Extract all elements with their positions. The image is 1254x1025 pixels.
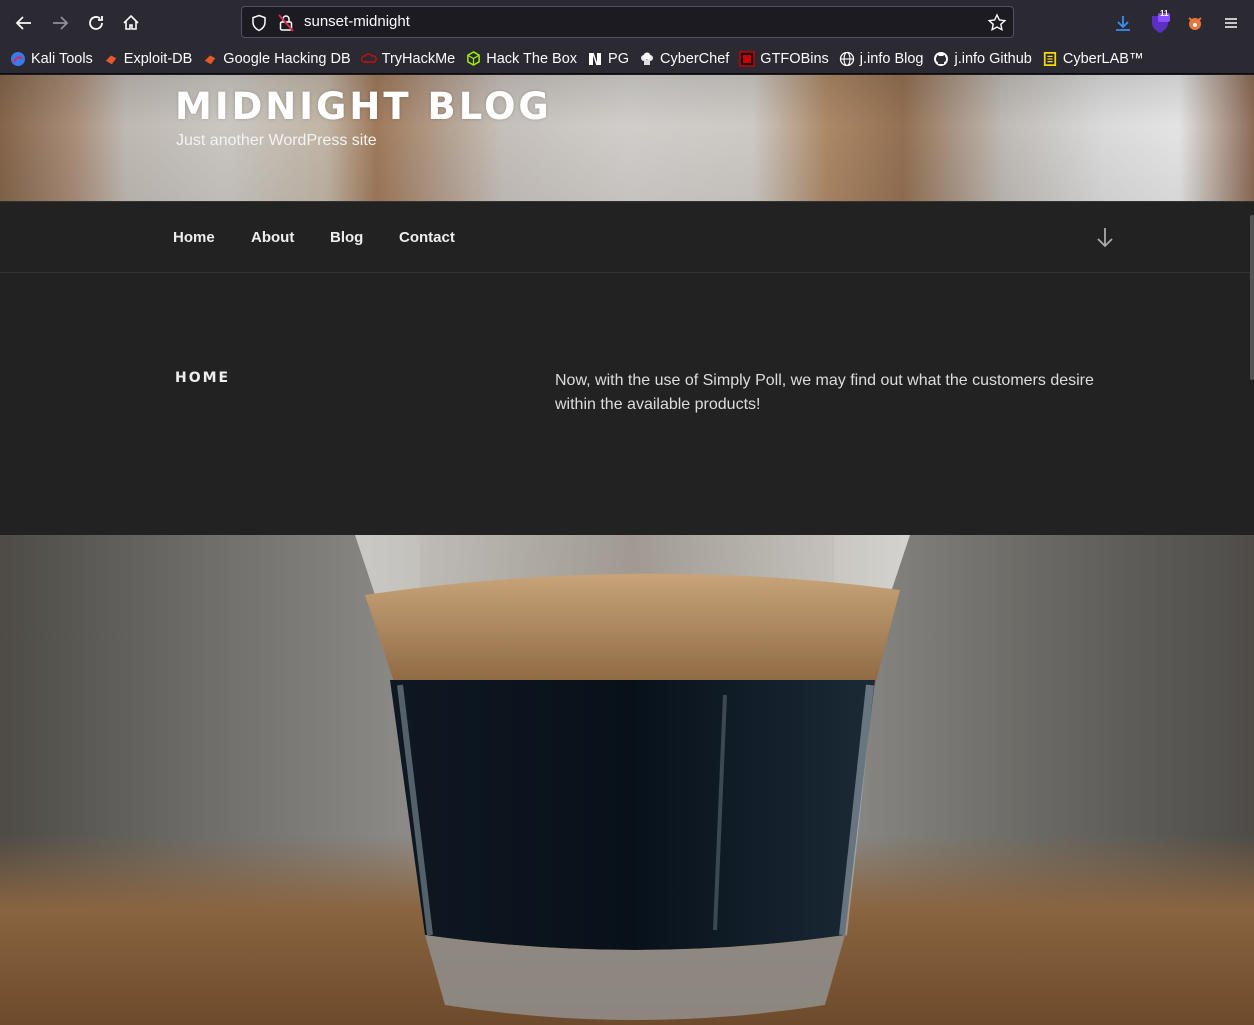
cyberlab-icon (1042, 51, 1058, 67)
forward-button[interactable] (45, 8, 75, 38)
downloads-button[interactable] (1108, 8, 1138, 38)
coffee-glass-image (0, 535, 1254, 1025)
reload-button[interactable] (81, 8, 111, 38)
bookmark-hack-the-box[interactable]: Hack The Box (465, 51, 577, 67)
htb-icon (465, 51, 481, 67)
exploit-db-icon (103, 51, 119, 67)
bookmarks-bar: Kali Tools Exploit-DB Google Hacking DB … (0, 44, 1254, 74)
bookmark-jinfo-blog[interactable]: j.info Blog (839, 51, 923, 67)
home-button[interactable] (116, 8, 146, 38)
bookmark-pg[interactable]: PG (587, 51, 629, 67)
back-button[interactable] (9, 8, 39, 38)
page-title: HOME (175, 370, 231, 386)
site-navigation: Home About Blog Contact (0, 201, 1254, 273)
browser-toolbar: sunset-midnight 11 (0, 0, 1254, 44)
foxyproxy-button[interactable] (1180, 8, 1210, 38)
nav-about[interactable]: About (251, 229, 294, 246)
bookmark-tryhackme[interactable]: TryHackMe (360, 51, 455, 67)
site-title[interactable]: MIDNIGHT BLOG (175, 85, 552, 128)
bookmark-google-hacking-db[interactable]: Google Hacking DB (202, 51, 351, 67)
url-text[interactable]: sunset-midnight (304, 13, 410, 30)
home-icon (123, 14, 139, 30)
fox-icon (1188, 17, 1202, 30)
bookmark-gtfobins[interactable]: GTFOBins (739, 50, 829, 67)
bookmark-cyberlab[interactable]: CyberLAB™ (1042, 51, 1143, 67)
bookmark-exploit-db[interactable]: Exploit-DB (103, 51, 192, 67)
url-bar[interactable]: sunset-midnight (241, 6, 1014, 38)
bookmark-cyberchef[interactable]: CyberChef (639, 51, 729, 67)
arrow-left-icon (15, 16, 31, 30)
tryhackme-icon (360, 51, 377, 67)
bookmark-jinfo-github[interactable]: j.info Github (933, 51, 1032, 67)
site-description: Just another WordPress site (176, 132, 377, 149)
arrow-right-icon (53, 16, 69, 30)
insecure-lock-icon[interactable] (278, 14, 294, 32)
chef-hat-icon (639, 51, 655, 67)
download-icon (1116, 16, 1130, 31)
page-scrollbar[interactable] (1250, 215, 1254, 380)
coffee-glass-illustration (355, 535, 910, 1020)
nav-blog[interactable]: Blog (330, 229, 363, 246)
extension-badge: 11 (1160, 9, 1169, 18)
nav-contact[interactable]: Contact (399, 229, 455, 246)
bookmark-kali-tools[interactable]: Kali Tools (10, 51, 93, 67)
page-content: HOME Now, with the use of Simply Poll, w… (0, 273, 1254, 535)
globe-icon (839, 51, 855, 67)
gtfobins-icon (739, 50, 756, 67)
reload-icon (89, 16, 103, 30)
page-body-text: Now, with the use of Simply Poll, we may… (555, 372, 1094, 413)
hamburger-menu-icon (1225, 18, 1237, 28)
github-icon (933, 51, 949, 67)
pg-icon (587, 51, 603, 67)
arrow-down-icon[interactable] (1094, 226, 1116, 250)
nav-home[interactable]: Home (173, 229, 215, 246)
kali-icon (10, 51, 26, 67)
app-menu-button[interactable] (1216, 8, 1246, 38)
web-page: MIDNIGHT BLOG Just another WordPress sit… (0, 75, 1254, 1025)
ghdb-icon (202, 51, 218, 67)
shield-icon[interactable] (250, 14, 268, 32)
extension-button[interactable]: 11 (1145, 8, 1175, 38)
bookmark-star-icon[interactable] (987, 13, 1007, 33)
